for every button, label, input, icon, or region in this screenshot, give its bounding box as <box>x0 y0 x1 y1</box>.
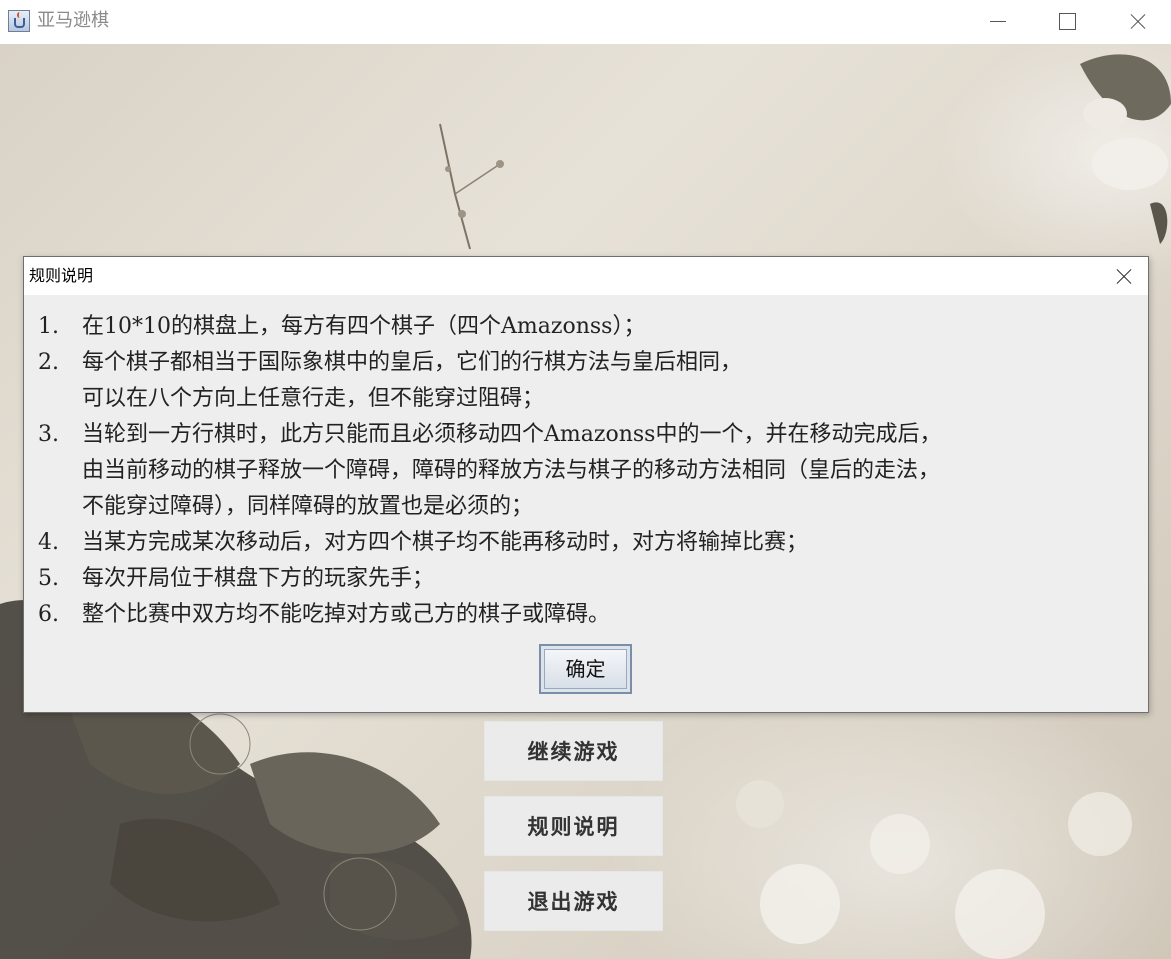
exit-game-button[interactable]: 退出游戏 <box>484 871 663 931</box>
rule-number: 1. <box>38 314 59 339</box>
rule-line: 每次开局位于棋盘下方的玩家先手； <box>82 566 435 591</box>
rule-number: 4. <box>38 530 59 555</box>
close-window-button[interactable] <box>1101 0 1169 44</box>
rule-number: 5. <box>38 566 59 591</box>
rule-line: 当某方完成某次移动后，对方四个棋子均不能再移动时，对方将输掉比赛； <box>82 530 809 555</box>
rule-line: 不能穿过障碍），同样障碍的放置也是必须的； <box>82 494 534 519</box>
rules-list: 1. 在10*10的棋盘上，每方有四个棋子（四个Amazonss）； 2. 每个… <box>38 309 1138 633</box>
ok-button-label: 确定 <box>544 649 627 689</box>
rule-item: 2. 每个棋子都相当于国际象棋中的皇后，它们的行棋方法与皇后相同， 可以在八个方… <box>38 345 1138 417</box>
rule-item: 4. 当某方完成某次移动后，对方四个棋子均不能再移动时，对方将输掉比赛； <box>38 525 1138 561</box>
rules-dialog: 规则说明 1. 在10*10的棋盘上，每方有四个棋子（四个Amazonss）； … <box>23 256 1149 713</box>
rule-item: 6. 整个比赛中双方均不能吃掉对方或己方的棋子或障碍。 <box>38 597 1138 633</box>
rule-item: 5. 每次开局位于棋盘下方的玩家先手； <box>38 561 1138 597</box>
dialog-close-button[interactable] <box>1098 257 1148 295</box>
rule-number: 6. <box>38 602 59 627</box>
rule-item: 1. 在10*10的棋盘上，每方有四个棋子（四个Amazonss）； <box>38 309 1138 345</box>
window-titlebar: 亚马逊棋 <box>0 0 1171 44</box>
continue-game-button[interactable]: 继续游戏 <box>484 721 663 781</box>
rule-line: 当轮到一方行棋时，此方只能而且必须移动四个Amazonss中的一个，并在移动完成… <box>82 422 942 447</box>
window-title: 亚马逊棋 <box>37 10 109 31</box>
java-app-icon <box>8 10 30 32</box>
rule-number: 2. <box>38 350 59 375</box>
rule-number: 3. <box>38 422 59 447</box>
rule-line: 整个比赛中双方均不能吃掉对方或己方的棋子或障碍。 <box>82 602 611 627</box>
rule-line: 每个棋子都相当于国际象棋中的皇后，它们的行棋方法与皇后相同， <box>82 350 743 375</box>
rule-line: 在10*10的棋盘上，每方有四个棋子（四个Amazonss）； <box>82 314 646 339</box>
maximize-button[interactable] <box>1032 0 1100 44</box>
minimize-button[interactable] <box>963 0 1031 44</box>
rule-line: 由当前移动的棋子释放一个障碍，障碍的释放方法与棋子的移动方法相同（皇后的走法， <box>82 458 941 483</box>
rule-line: 可以在八个方向上任意行走，但不能穿过阻碍； <box>82 386 545 411</box>
rule-item: 3. 当轮到一方行棋时，此方只能而且必须移动四个Amazonss中的一个，并在移… <box>38 417 1138 525</box>
dialog-titlebar: 规则说明 <box>24 257 1148 295</box>
ok-button[interactable]: 确定 <box>539 644 632 694</box>
rules-button[interactable]: 规则说明 <box>484 796 663 856</box>
dialog-title: 规则说明 <box>29 266 94 285</box>
